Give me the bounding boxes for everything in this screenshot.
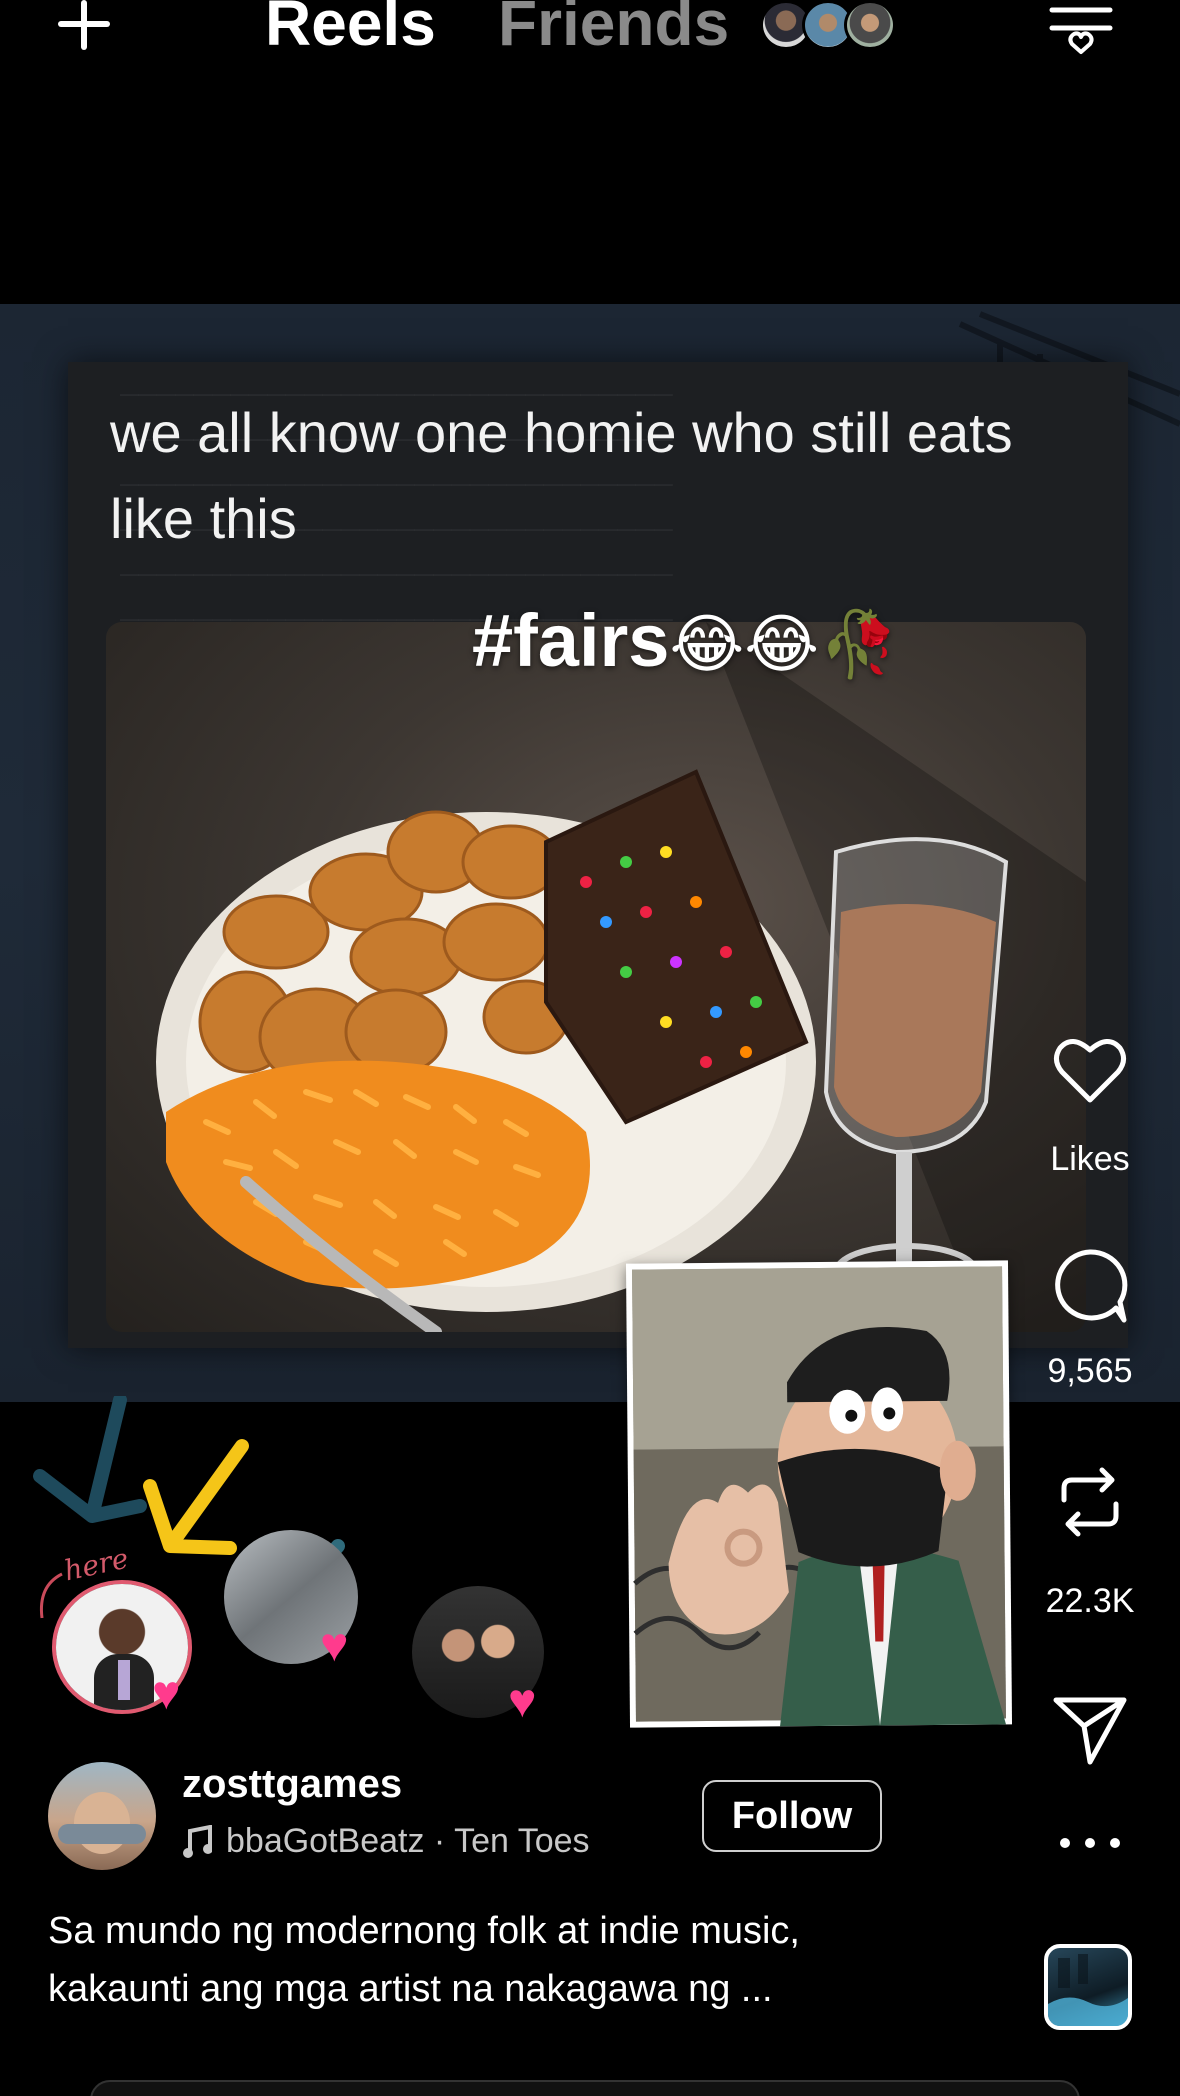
more-options-icon[interactable]: [1060, 1838, 1120, 1858]
follow-button[interactable]: Follow: [702, 1780, 882, 1852]
audio-title: bbaGotBeatz · Ten Toes: [226, 1822, 590, 1860]
share-send-icon[interactable]: [1050, 1690, 1130, 1770]
comment-bubble-icon[interactable]: [1050, 1246, 1130, 1326]
hashtag-emojis: 😂😂🥀: [669, 608, 899, 680]
reposts-count: 22.3K: [1045, 1582, 1135, 1620]
meme-caption: we all know one homie who still eats lik…: [110, 401, 1013, 550]
hashtag-text: #fairs: [472, 599, 670, 682]
repost-icon[interactable]: [1050, 1462, 1130, 1542]
heart-badge-icon: ♥: [320, 1619, 349, 1672]
comment-input-bar[interactable]: [90, 2080, 1080, 2096]
tab-reels[interactable]: Reels: [265, 0, 436, 60]
tab-friends[interactable]: Friends: [498, 0, 729, 60]
audio-track[interactable]: bbaGotBeatz · Ten Toes: [182, 1822, 590, 1861]
post-caption[interactable]: Sa mundo ng modernong folk at indie musi…: [48, 1902, 948, 2018]
audio-thumbnail[interactable]: [1044, 1944, 1132, 2030]
likes-label: Likes: [1050, 1140, 1130, 1178]
filter-sliders-icon[interactable]: [1048, 0, 1114, 56]
like-heart-icon[interactable]: [1050, 1030, 1130, 1110]
create-plus-icon[interactable]: [52, 0, 116, 52]
music-note-icon: [183, 1824, 212, 1858]
top-bar: Reels Friends: [0, 0, 1180, 80]
food-photo: [106, 622, 1086, 1332]
friends-avatar-stack[interactable]: [760, 0, 920, 50]
character-sticker: [625, 1260, 1013, 1728]
hashtag-overlay: #fairs😂😂🥀: [472, 598, 899, 683]
author-avatar[interactable]: [48, 1762, 156, 1870]
heart-badge-icon: ♥: [508, 1675, 537, 1728]
heart-badge-icon: ♥: [152, 1667, 181, 1720]
friend-avatar: [844, 0, 896, 50]
author-username[interactable]: zosttgames: [182, 1762, 402, 1807]
comments-count: 9,565: [1047, 1352, 1133, 1390]
